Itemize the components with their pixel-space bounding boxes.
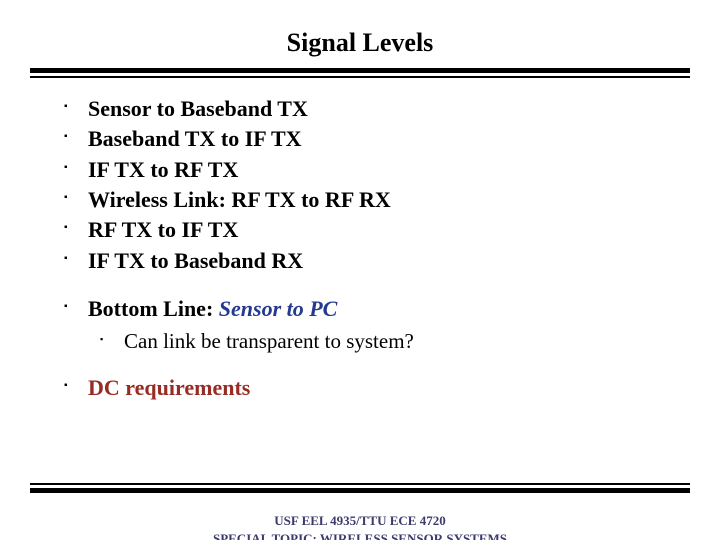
bullet-list: Sensor to Baseband TX Baseband TX to IF … [60, 94, 660, 276]
footer-line1: USF EEL 4935/TTU ECE 4720 [213, 512, 507, 530]
list-item: Baseband TX to IF TX [60, 124, 660, 154]
bottom-line-value: Sensor to PC [219, 296, 338, 321]
slide: Signal Levels Sensor to Baseband TX Base… [0, 28, 720, 540]
list-item: RF TX to IF TX [60, 215, 660, 245]
bottom-line-label: Bottom Line: [88, 296, 219, 321]
footer-line2: SPECIAL TOPIC: WIRELESS SENSOR SYSTEMS [213, 530, 507, 540]
list-item: Sensor to Baseband TX [60, 94, 660, 124]
list-item: Can link be transparent to system? [96, 327, 660, 356]
footer-divider [30, 483, 690, 493]
bottom-line-section: Bottom Line: Sensor to PC Can link be tr… [60, 294, 660, 355]
slide-body: Sensor to Baseband TX Baseband TX to IF … [0, 78, 720, 404]
dc-section: DC requirements [60, 373, 660, 403]
sub-list: Can link be transparent to system? [88, 327, 660, 356]
page-title: Signal Levels [0, 28, 720, 58]
footer: University of South Florida USF USF EEL … [0, 496, 720, 540]
list-item: IF TX to Baseband RX [60, 246, 660, 276]
dc-requirements: DC requirements [60, 373, 660, 403]
footer-text: USF EEL 4935/TTU ECE 4720 SPECIAL TOPIC:… [213, 512, 507, 540]
list-item: IF TX to RF TX [60, 155, 660, 185]
list-item: Bottom Line: Sensor to PC Can link be tr… [60, 294, 660, 355]
list-item: Wireless Link: RF TX to RF RX [60, 185, 660, 215]
title-divider [30, 68, 690, 78]
